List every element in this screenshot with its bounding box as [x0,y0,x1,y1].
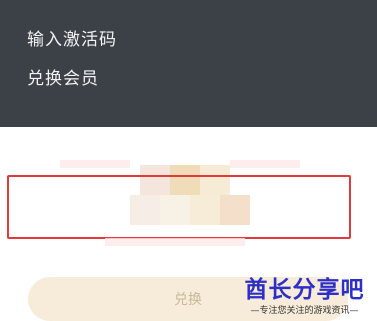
activation-code-input-highlight[interactable] [7,175,351,239]
blurred-hint-text [230,160,300,168]
menu-item-redeem-membership[interactable]: 兑换会员 [27,64,99,89]
redeem-button-label: 兑换 [174,292,202,308]
dropdown-menu: 输入激活码 兑换会员 [0,0,377,127]
watermark-logo: 酋长分享吧 —专注您关注的游戏资讯— [232,270,377,320]
watermark-title: 酋长分享吧 [244,277,365,303]
watermark-subtitle: —专注您关注的游戏资讯— [250,306,359,316]
blurred-hint-text [105,238,245,246]
menu-item-enter-activation-code[interactable]: 输入激活码 [27,25,117,50]
blurred-hint-text [60,160,130,168]
